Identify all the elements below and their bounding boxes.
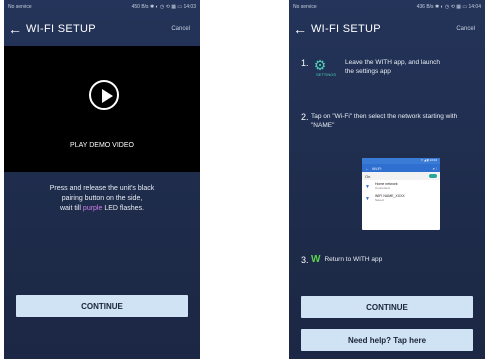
carrier-text: No service — [8, 4, 32, 10]
settings-label: SETTINGS — [315, 72, 336, 77]
status-info: 450 B/s ✱ ◐ ◷ ⟲ ▦ ▭ 14:03 — [131, 4, 196, 10]
network-status: Saved — [375, 198, 384, 202]
step-text: Return to WITH app — [324, 256, 383, 263]
network-item: ▼ Home network Connected — [362, 180, 440, 192]
play-icon[interactable] — [89, 80, 119, 110]
wifi-setup-screen-steps: No service 436 B/s ✱ ◐ ◷ ⟲ ▦ ▭ 14:04 ← W… — [289, 0, 485, 359]
step-1: 1. ⚙ SETTINGS Leave the WITH app, and la… — [301, 58, 445, 77]
step-number: 1. — [301, 58, 309, 68]
page-title: WI-FI SETUP — [26, 23, 96, 35]
cancel-button[interactable]: Cancel — [456, 26, 485, 32]
play-demo-label: PLAY DEMO VIDEO — [70, 142, 134, 149]
toggle-icon — [429, 174, 437, 178]
status-bar: No service 450 B/s ✱ ◐ ◷ ⟲ ▦ ▭ 14:03 — [4, 0, 200, 14]
on-label: On — [365, 173, 371, 179]
status-bar: No service 436 B/s ✱ ◐ ◷ ⟲ ▦ ▭ 14:04 — [289, 0, 485, 14]
gear-icon: ⚙ — [313, 57, 327, 73]
illustration-header: ← Wi-Fi ⌕ ⋮ — [362, 164, 440, 172]
wifi-toggle-row: On — [362, 172, 440, 180]
step-number: 2. — [301, 112, 309, 122]
status-info: 436 B/s ✱ ◐ ◷ ⟲ ▦ ▭ 14:04 — [416, 4, 481, 10]
instruction-line: pairing button on the side, — [61, 195, 143, 202]
carrier-text: No service — [293, 4, 317, 10]
instruction-line: wait till purple LED flashes. — [18, 204, 186, 214]
wifi-settings-illustration: ▽ ◢ ▮ 14:04 ← Wi-Fi ⌕ ⋮ On ▼ Home networ… — [362, 158, 440, 230]
wifi-icon: ▼ — [365, 196, 370, 202]
instruction-text: LED flashes. — [102, 205, 145, 212]
cancel-button[interactable]: Cancel — [171, 26, 200, 32]
app-bar: ← WI-FI SETUP Cancel — [289, 14, 485, 44]
step-text: Leave the WITH app, and launch the setti… — [345, 59, 441, 75]
wifi-icon: ▼ — [365, 184, 370, 190]
network-status: Connected — [375, 186, 390, 190]
step-number: 3. — [301, 254, 309, 265]
settings-app-icon: ⚙ SETTINGS — [311, 58, 341, 77]
back-arrow-icon[interactable]: ← — [289, 21, 311, 37]
instruction-line: Press and release the unit's black — [49, 185, 155, 192]
step-2: 2. Tap on "Wi-Fi" then select the networ… — [301, 112, 461, 130]
wifi-setup-screen-video: No service 450 B/s ✱ ◐ ◷ ⟲ ▦ ▭ 14:03 ← W… — [4, 0, 200, 359]
back-arrow-icon[interactable]: ← — [4, 21, 26, 37]
with-logo-icon: W — [311, 254, 321, 265]
step-3: 3. W Return to WITH app — [301, 254, 382, 265]
wifi-title: Wi-Fi — [372, 165, 382, 171]
pairing-instructions: Press and release the unit's black pairi… — [18, 184, 186, 214]
continue-button[interactable]: CONTINUE — [301, 296, 473, 318]
search-icon: ⌕ ⋮ — [432, 165, 437, 171]
app-bar: ← WI-FI SETUP Cancel — [4, 14, 200, 44]
instruction-text: wait till — [59, 205, 83, 212]
step-text: Tap on "Wi-Fi" then select the network s… — [311, 113, 458, 129]
help-button[interactable]: Need help? Tap here — [301, 329, 473, 351]
purple-highlight: purple — [82, 205, 103, 212]
network-item: ▼ WIFI NAME_XXXX Saved — [362, 192, 440, 204]
continue-button[interactable]: CONTINUE — [16, 295, 188, 317]
demo-video-player[interactable]: PLAY DEMO VIDEO — [4, 46, 200, 172]
page-title: WI-FI SETUP — [311, 23, 381, 35]
